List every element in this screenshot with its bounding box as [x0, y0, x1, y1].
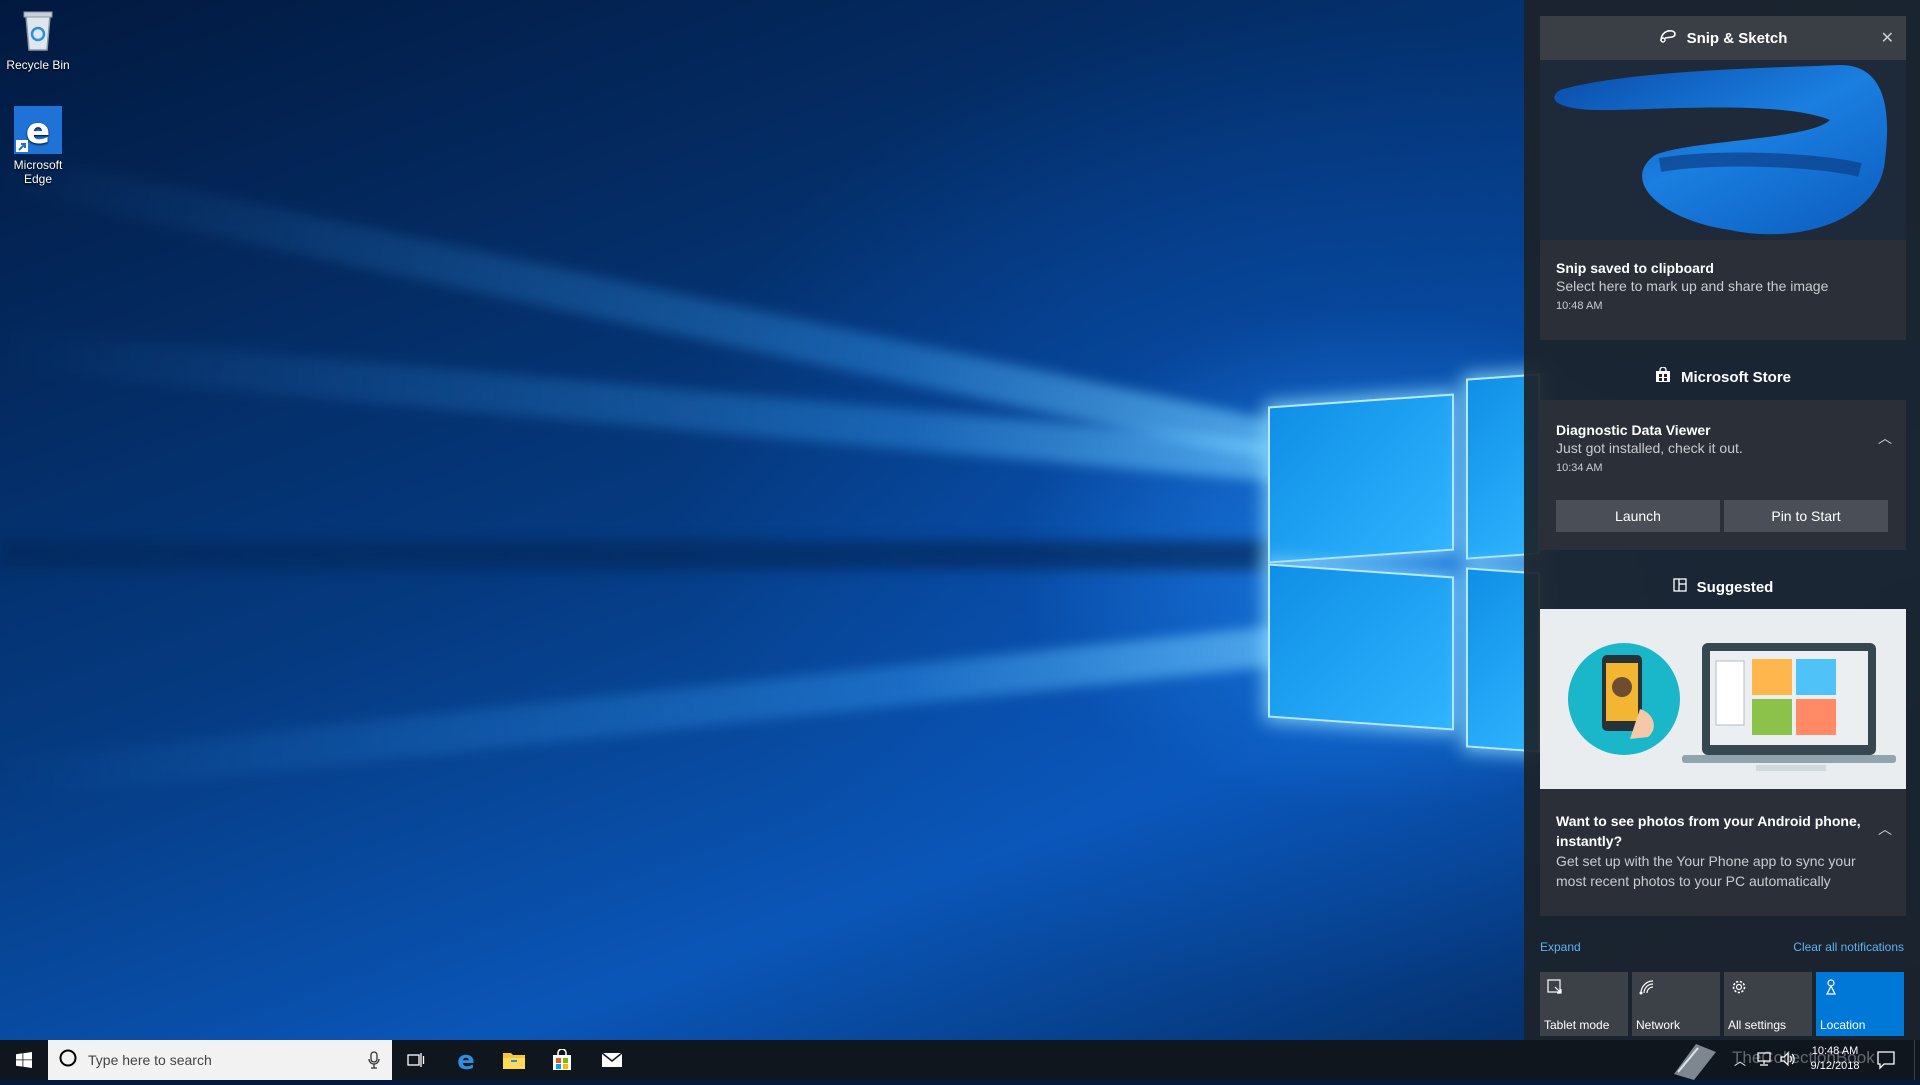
pin-to-start-button[interactable]: Pin to Start: [1724, 500, 1888, 532]
taskbar-file-explorer-button[interactable]: [490, 1040, 538, 1080]
show-desktop-button[interactable]: [1914, 1040, 1920, 1080]
taskbar: Type here to search e TheCollectionBook …: [0, 1040, 1920, 1080]
your-phone-illustration: [1540, 609, 1906, 789]
snip-notification[interactable]: Snip saved to clipboard Select here to m…: [1540, 60, 1906, 340]
store-notification-time: 10:34 AM: [1556, 462, 1603, 474]
windows-logo-pane: [1268, 393, 1454, 564]
cortana-icon: [58, 1048, 78, 1073]
store-group-header[interactable]: Microsoft Store: [1540, 356, 1906, 398]
collapse-chevron-icon[interactable]: ︿: [1878, 819, 1892, 839]
show-hidden-icons-chevron[interactable]: ︿: [1734, 1052, 1746, 1069]
windows-logo-icon: [16, 1052, 32, 1068]
clock-time: 10:48 AM: [1811, 1045, 1859, 1057]
quick-action-tablet-mode[interactable]: Tablet mode: [1540, 972, 1628, 1036]
store-bag-icon: [553, 1049, 571, 1070]
desktop-icon-recycle-bin[interactable]: Recycle Bin: [0, 6, 76, 72]
volume-icon[interactable]: [1780, 1051, 1796, 1071]
quick-action-label: Network: [1636, 1018, 1681, 1032]
suggested-notification-body: Get set up with the Your Phone app to sy…: [1556, 853, 1856, 889]
windows-logo-pane: [1268, 563, 1454, 731]
store-app-name: Microsoft Store: [1680, 368, 1791, 386]
action-center-button[interactable]: [1876, 1050, 1896, 1075]
quick-action-network[interactable]: Network: [1632, 972, 1720, 1036]
quick-action-label: All settings: [1728, 1018, 1787, 1032]
quick-action-all-settings[interactable]: All settings: [1724, 972, 1812, 1036]
action-center: Snip & Sketch ✕ Snip saved to clipboard …: [1524, 0, 1920, 1040]
close-icon[interactable]: ✕: [1881, 28, 1894, 48]
quick-action-label: Location: [1820, 1018, 1866, 1032]
desktop-icon-edge[interactable]: e Microsoft Edge: [0, 106, 76, 186]
store-notification-title: Diagnostic Data Viewer: [1556, 422, 1711, 438]
start-button[interactable]: [0, 1040, 48, 1080]
search-box[interactable]: Type here to search: [48, 1040, 392, 1080]
desktop-icon-label: Microsoft Edge: [13, 158, 63, 186]
snip-notification-title: Snip saved to clipboard: [1556, 260, 1714, 276]
taskbar-store-button[interactable]: [538, 1040, 586, 1080]
task-view-button[interactable]: [392, 1040, 440, 1080]
snip-notification-body: Select here to mark up and share the ima…: [1556, 278, 1829, 294]
suggested-notification-title: Want to see photos from your Android pho…: [1556, 813, 1861, 849]
tablet-mode-icon: [1546, 978, 1564, 996]
notification-icon: [1877, 1051, 1895, 1070]
clock-date: 9/12/2018: [1810, 1060, 1860, 1072]
snip-sketch-header[interactable]: Snip & Sketch ✕: [1540, 16, 1906, 60]
clock[interactable]: 10:48 AM 9/12/2018: [1800, 1044, 1870, 1074]
store-notification-body: Just got installed, check it out.: [1556, 440, 1743, 456]
launch-button[interactable]: Launch: [1556, 500, 1720, 532]
snip-sketch-app-name: Snip & Sketch: [1686, 29, 1788, 47]
edge-icon: e: [14, 106, 62, 154]
taskbar-edge-button[interactable]: e: [442, 1040, 490, 1080]
desktop-icon-label: Recycle Bin: [6, 58, 70, 72]
store-bag-icon: [1655, 366, 1671, 387]
location-icon: [1822, 978, 1840, 996]
taskbar-mail-button[interactable]: [588, 1040, 636, 1080]
recycle-bin-icon: [14, 6, 62, 54]
suggested-group-header[interactable]: Suggested: [1540, 566, 1906, 608]
collapse-chevron-icon[interactable]: ︿: [1878, 428, 1892, 448]
suggested-notification[interactable]: Want to see photos from your Android pho…: [1540, 609, 1906, 916]
watermark-book-icon: [1668, 1040, 1720, 1085]
quick-action-label: Tablet mode: [1544, 1018, 1610, 1032]
svg-text:e: e: [457, 1048, 475, 1072]
snip-preview-image: [1540, 60, 1906, 240]
network-icon: [1638, 978, 1656, 996]
snip-sketch-icon: [1659, 29, 1677, 47]
expand-link[interactable]: Expand: [1540, 940, 1581, 954]
suggested-app-name: Suggested: [1696, 578, 1774, 596]
mail-icon: [601, 1052, 623, 1067]
clear-all-notifications-link[interactable]: Clear all notifications: [1793, 940, 1904, 954]
search-placeholder: Type here to search: [88, 1052, 212, 1068]
quick-action-location[interactable]: Location: [1816, 972, 1904, 1036]
network-tray-icon[interactable]: [1756, 1052, 1772, 1071]
svg-text:e: e: [26, 111, 50, 152]
microphone-icon[interactable]: [368, 1051, 380, 1074]
settings-icon: [1730, 978, 1748, 996]
edge-icon: e: [457, 1048, 475, 1072]
folder-icon: [503, 1053, 525, 1069]
task-view-icon: [407, 1053, 425, 1067]
store-notification[interactable]: Diagnostic Data Viewer Just got installe…: [1540, 400, 1906, 550]
suggested-icon: [1673, 578, 1687, 596]
snip-notification-time: 10:48 AM: [1556, 300, 1603, 312]
